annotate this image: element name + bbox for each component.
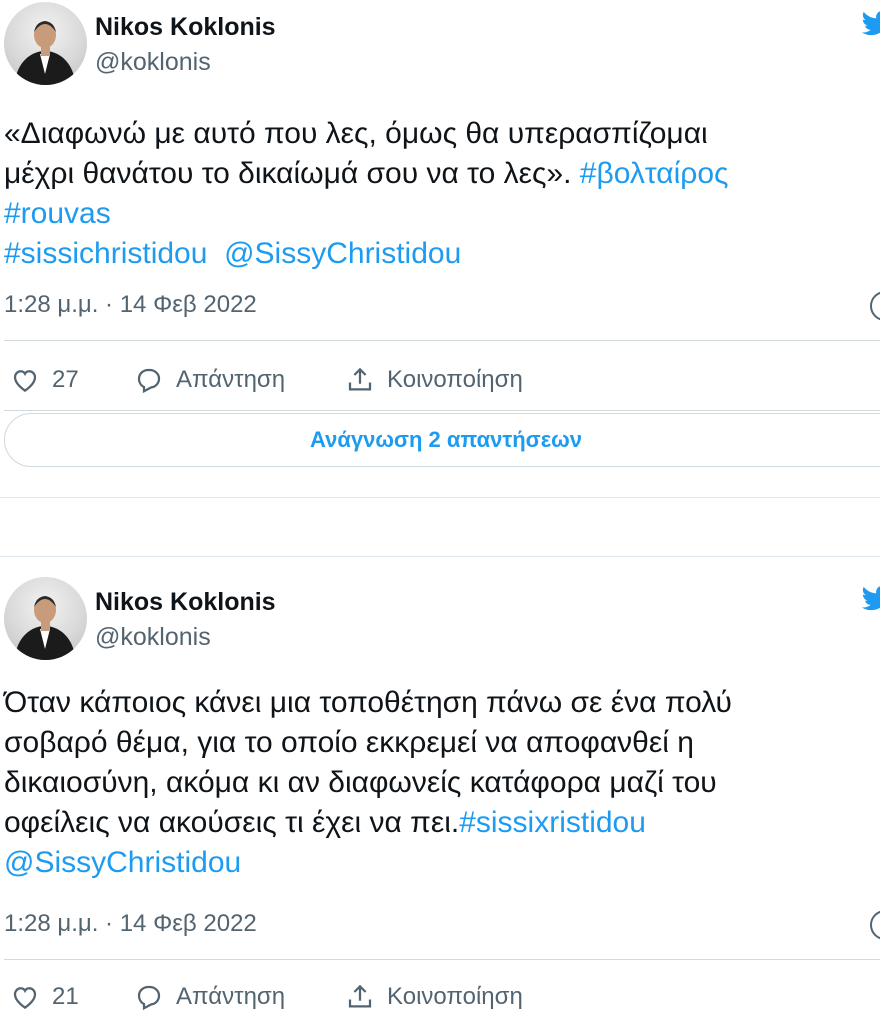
hashtag-link[interactable]: #rouvas (4, 197, 111, 230)
tweet-text-line: μέχρι θανάτου το δικαίωμά σου να το λες»… (4, 157, 580, 190)
divider (4, 959, 880, 960)
like-count: 21 (52, 983, 79, 1010)
tweet-card: Nikos Koklonis @koklonis Όταν κάποιος κά… (0, 565, 880, 1027)
reply-label: Απάντηση (176, 983, 286, 1010)
hashtag-link[interactable]: #βολταίρος (580, 157, 729, 190)
share-label: Κοινοποίηση (387, 366, 523, 393)
info-icon[interactable] (870, 291, 880, 321)
author-handle[interactable]: @koklonis (95, 48, 211, 77)
divider (4, 410, 880, 411)
reply-button[interactable]: Απάντηση (134, 977, 285, 1017)
divider (4, 340, 880, 341)
avatar[interactable] (4, 2, 87, 85)
mention-link[interactable]: @SissyChristidou (207, 237, 461, 270)
tweet-timestamp[interactable]: 1:28 μ.μ. · 14 Φεβ 2022 (4, 291, 257, 319)
like-count: 27 (52, 366, 79, 393)
twitter-bird-icon[interactable] (860, 583, 880, 613)
author-name[interactable]: Nikos Koklonis (95, 13, 276, 42)
action-bar: 21 Απάντηση Κοινοποίηση (0, 977, 880, 1017)
tweet-text-line: «Διαφωνώ με αυτό που λες, όμως θα υπερασ… (4, 117, 708, 150)
share-button[interactable]: Κοινοποίηση (345, 360, 523, 400)
divider (0, 497, 880, 498)
reply-icon (137, 985, 161, 1011)
hashtag-link[interactable]: #sissichristidou (4, 237, 207, 270)
info-icon[interactable] (870, 910, 880, 940)
like-button[interactable]: 21 (10, 977, 79, 1017)
like-button[interactable]: 27 (10, 360, 79, 400)
heart-icon (13, 370, 37, 392)
read-replies-label: Ανάγνωση 2 απαντήσεων (310, 427, 582, 452)
reply-button[interactable]: Απάντηση (134, 360, 285, 400)
tweet-text-line: Όταν κάποιος κάνει μια τοποθέτηση πάνω σ… (4, 686, 732, 719)
heart-icon (13, 987, 37, 1009)
tweet-text-line: οφείλεις να ακούσεις τι έχει να πει. (4, 806, 460, 839)
action-bar: 27 Απάντηση Κοινοποίηση (0, 360, 880, 400)
mention-link[interactable]: @SissyChristidou (4, 846, 241, 879)
twitter-bird-icon[interactable] (860, 8, 880, 38)
tweet-text-line: δικαιοσύνη, ακόμα κι αν διαφωνείς κατάφο… (4, 766, 717, 799)
divider (0, 556, 880, 557)
tweet-card: Nikos Koklonis @koklonis «Διαφωνώ με αυτ… (0, 0, 880, 500)
avatar[interactable] (4, 577, 87, 660)
tweet-text: «Διαφωνώ με αυτό που λες, όμως θα υπερασ… (4, 114, 880, 274)
author-name[interactable]: Nikos Koklonis (95, 588, 276, 617)
reply-label: Απάντηση (176, 366, 286, 393)
share-icon (348, 984, 372, 1008)
tweet-text: Όταν κάποιος κάνει μια τοποθέτηση πάνω σ… (4, 683, 880, 883)
share-icon (348, 367, 372, 391)
reply-icon (137, 368, 161, 394)
share-label: Κοινοποίηση (387, 983, 523, 1010)
tweet-timestamp[interactable]: 1:28 μ.μ. · 14 Φεβ 2022 (4, 910, 257, 938)
read-replies-button[interactable]: Ανάγνωση 2 απαντήσεων (4, 413, 880, 467)
tweet-text-line: σοβαρό θέμα, για το οποίο εκκρεμεί να απ… (4, 726, 694, 759)
share-button[interactable]: Κοινοποίηση (345, 977, 523, 1017)
hashtag-link[interactable]: #sissixristidou (459, 806, 646, 839)
author-handle[interactable]: @koklonis (95, 623, 211, 652)
